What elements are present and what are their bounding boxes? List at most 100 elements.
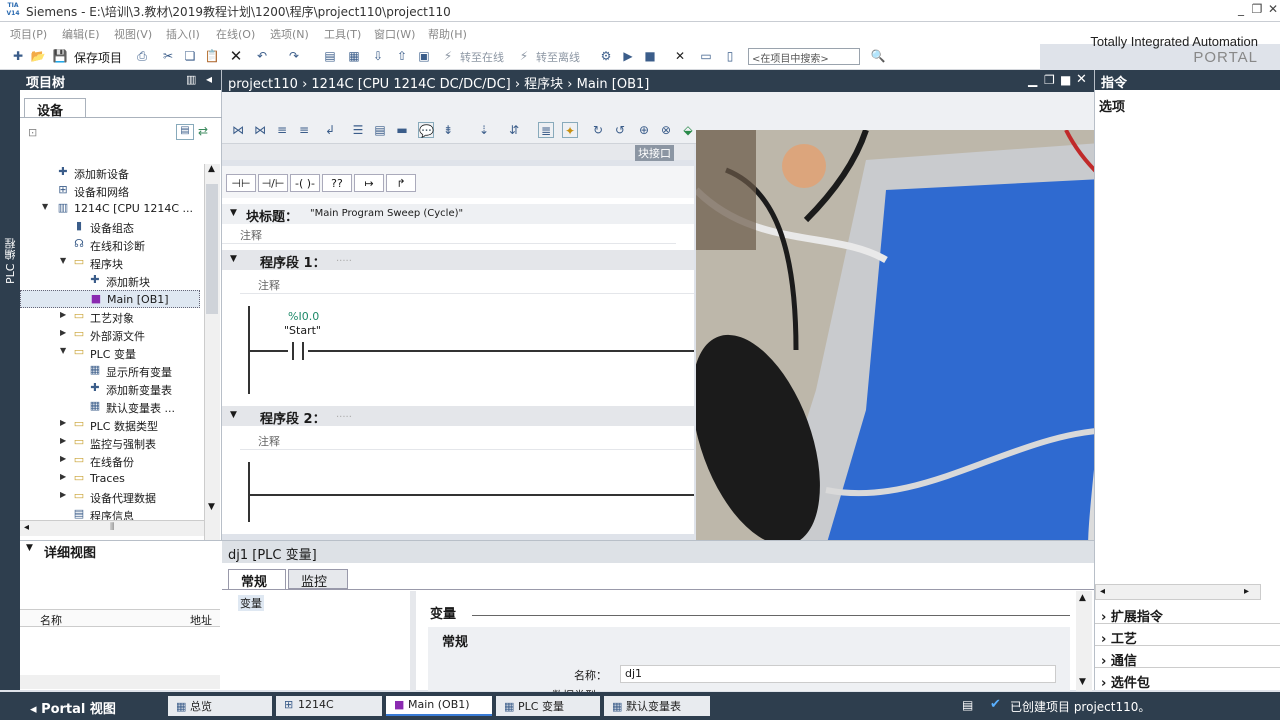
block-comment[interactable]: 注释 xyxy=(222,224,676,244)
expanded-arrow-icon[interactable]: ▼ xyxy=(42,202,48,211)
contact-address[interactable]: %I0.0 xyxy=(288,310,319,323)
menu-tools[interactable]: 工具(T) xyxy=(324,26,361,42)
tree-item-device-proxy-data[interactable]: ▶ ▭ 设备代理数据 xyxy=(20,488,200,506)
editor-maximize-icon[interactable]: ■ xyxy=(1060,73,1071,87)
collapse-arrow-icon[interactable]: ▼ xyxy=(230,208,237,218)
cut-icon[interactable]: ✂ xyxy=(160,48,176,64)
editor-close-icon[interactable]: ✕ xyxy=(1076,72,1087,87)
tree-item-program-blocks[interactable]: ▼ ▭ 程序块 xyxy=(20,254,200,272)
force-icon[interactable]: ⊗ xyxy=(658,122,674,138)
scroll-up-icon[interactable]: ▲ xyxy=(1079,593,1086,603)
coil-button[interactable]: -( )- xyxy=(290,174,320,192)
network-2-comment[interactable]: 注释 xyxy=(240,430,694,450)
tree-toolbar-icon[interactable]: ⊡ xyxy=(28,126,37,139)
redo-icon[interactable]: ↷ xyxy=(286,48,302,64)
group-extended-instructions[interactable]: › 扩展指令 xyxy=(1095,604,1280,625)
menu-help[interactable]: 帮助(H) xyxy=(428,26,467,42)
collapsed-arrow-icon[interactable]: ▶ xyxy=(60,328,66,337)
block-interface-bar[interactable]: 块接口 xyxy=(222,144,694,161)
tree-item-device-config[interactable]: ▮ 设备组态 xyxy=(20,218,200,236)
save-icon[interactable]: 💾 xyxy=(52,48,68,64)
no-contact-symbol[interactable] xyxy=(288,342,308,360)
show-favorites-icon[interactable]: ⇟ xyxy=(440,122,456,138)
menu-insert[interactable]: 插入(I) xyxy=(166,26,200,42)
tree-item-plc-tags[interactable]: ▼ ▭ PLC 变量 xyxy=(20,344,200,362)
tree-sync-icon[interactable]: ⇄ xyxy=(198,124,208,138)
expand-arrow-icon[interactable]: ▼ xyxy=(26,543,33,553)
comment-toggle-icon[interactable]: 💬 xyxy=(418,122,434,138)
collapse-left-icon[interactable]: ◂ xyxy=(206,72,212,86)
block-title-row[interactable]: ▼ 块标题： "Main Program Sweep (Cycle)" xyxy=(222,204,694,225)
monitor-on-icon[interactable]: ↺ xyxy=(612,122,628,138)
portal-view-button[interactable]: ◂ Portal 视图 xyxy=(30,698,116,717)
task-main-ob1[interactable]: ■ Main (OB1) xyxy=(386,696,492,716)
normally-closed-contact-button[interactable]: ⊣/⊢ xyxy=(258,174,288,192)
collapsed-arrow-icon[interactable]: ▶ xyxy=(60,472,66,481)
plc-programming-side-tab[interactable]: PLC 编程 xyxy=(0,70,20,690)
new-project-icon[interactable]: ✚ xyxy=(10,48,26,64)
open-all-networks-icon[interactable]: ☰ xyxy=(350,122,366,138)
network-1-comment[interactable]: 注释 xyxy=(240,274,694,294)
tab-monitor[interactable]: 监控 xyxy=(288,569,348,590)
scroll-down-icon[interactable]: ▼ xyxy=(208,502,215,512)
overview-toggle-icon[interactable]: ▤ xyxy=(176,124,194,140)
stop-cpu-icon[interactable]: ■ xyxy=(642,48,658,64)
inspector-vertical-scrollbar[interactable]: ▲ ▼ xyxy=(1076,591,1092,691)
normally-open-contact-button[interactable]: ⊣⊢ xyxy=(226,174,256,192)
tree-item-add-block[interactable]: ✚ 添加新块 xyxy=(20,272,200,290)
expanded-arrow-icon[interactable]: ▼ xyxy=(60,256,66,265)
open-branch-button[interactable]: ↦ xyxy=(354,174,384,192)
scroll-grip-icon[interactable]: ⦀ xyxy=(110,522,114,533)
collapsed-arrow-icon[interactable]: ▶ xyxy=(60,454,66,463)
tree-item-cpu[interactable]: ▼ ▥ 1214C [CPU 1214C ... xyxy=(20,200,200,218)
detail-horizontal-scrollbar[interactable] xyxy=(20,675,220,689)
collapsed-arrow-icon[interactable]: ▶ xyxy=(60,310,66,319)
editor-minimize-icon[interactable]: ▁ xyxy=(1028,73,1037,87)
tree-item-plc-data-types[interactable]: ▶ ▭ PLC 数据类型 xyxy=(20,416,200,434)
menu-edit[interactable]: 编辑(E) xyxy=(62,26,100,42)
start-cpu-icon[interactable]: ▶ xyxy=(620,48,636,64)
highlight-icon[interactable]: ✦ xyxy=(562,122,578,138)
tree-item-watch-force-tables[interactable]: ▶ ▭ 监控与强制表 xyxy=(20,434,200,452)
tree-item-online-backups[interactable]: ▶ ▭ 在线备份 xyxy=(20,452,200,470)
tree-item-add-tag-table[interactable]: ✚ 添加新变量表 xyxy=(20,380,200,398)
block-title-value[interactable]: "Main Program Sweep (Cycle)" xyxy=(310,208,463,219)
editor-restore-icon[interactable]: ❐ xyxy=(1044,73,1055,87)
network-2-header[interactable]: ▼ 程序段 2： ..... xyxy=(222,406,694,427)
simulation-icon[interactable]: ▣ xyxy=(416,48,432,64)
panel-minimize-icon[interactable]: ▥ xyxy=(186,73,196,86)
go-online-button[interactable]: 转至在线 xyxy=(460,49,504,65)
tab-general[interactable]: 常规 xyxy=(228,569,286,590)
menu-window[interactable]: 窗口(W) xyxy=(374,26,415,42)
add-row-icon[interactable]: ≡ xyxy=(296,122,312,138)
tree-item-default-tag-table[interactable]: ▦ 默认变量表 ... xyxy=(20,398,200,416)
devices-tab[interactable]: 设备 xyxy=(24,98,86,119)
menu-view[interactable]: 视图(V) xyxy=(114,26,152,42)
scroll-thumb[interactable] xyxy=(206,184,218,314)
options-section-label[interactable]: 选项 xyxy=(1099,96,1125,115)
modify-icon[interactable]: ⊕ xyxy=(636,122,652,138)
upload-icon[interactable]: ⇧ xyxy=(394,48,410,64)
cross-reference-icon[interactable]: ✕ xyxy=(672,48,688,64)
task-overview[interactable]: ▦ 总览 xyxy=(168,696,272,716)
collapsed-arrow-icon[interactable]: ▶ xyxy=(60,490,66,499)
accessible-devices-icon[interactable]: ⚙ xyxy=(598,48,614,64)
menu-project[interactable]: 项目(P) xyxy=(10,26,47,42)
go-offline-button[interactable]: 转至离线 xyxy=(536,49,580,65)
name-field[interactable]: dj1 xyxy=(620,665,1056,683)
menu-options[interactable]: 选项(N) xyxy=(270,26,309,42)
tree-horizontal-scrollbar[interactable]: ◂ ⦀ xyxy=(20,520,204,536)
collapse-arrow-icon[interactable]: ▼ xyxy=(230,410,237,420)
scroll-right-icon[interactable]: ▸ xyxy=(1244,586,1249,597)
split-vertical-icon[interactable]: ▯ xyxy=(722,48,738,64)
print-icon[interactable]: ⎙ xyxy=(134,48,150,64)
expanded-arrow-icon[interactable]: ▼ xyxy=(60,346,66,355)
close-button[interactable]: ✕ xyxy=(1264,2,1280,18)
nav-item-tag[interactable]: 变量 xyxy=(238,595,264,611)
contact-tag[interactable]: "Start" xyxy=(284,324,321,337)
collapsed-arrow-icon[interactable]: ▶ xyxy=(60,436,66,445)
close-branch-button[interactable]: ↱ xyxy=(386,174,416,192)
task-default-tag-table[interactable]: ▦ 默认变量表 xyxy=(604,696,710,716)
status-message[interactable]: 已创建项目 project110。 xyxy=(1010,698,1150,715)
monitor-off-icon[interactable]: ↻ xyxy=(590,122,606,138)
